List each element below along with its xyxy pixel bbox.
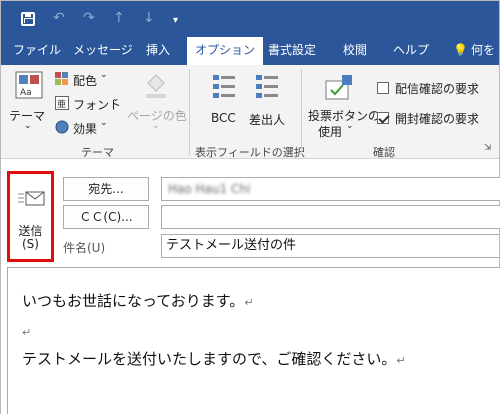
tab-format[interactable]: 書式設定: [268, 37, 316, 65]
message-body[interactable]: いつもお世話になっております。↵ ↵ テストメールを送付いたしますので、ご確認く…: [7, 267, 500, 414]
customize-qa-icon[interactable]: ▾: [173, 12, 178, 30]
send-envelope-icon: [18, 191, 45, 206]
tab-help[interactable]: ヘルプ: [393, 37, 429, 65]
group-divider: [301, 69, 302, 155]
cc-button[interactable]: ＣＣ(C)...: [63, 205, 149, 229]
page-color-button[interactable]: ページの色 ⌄: [125, 69, 187, 141]
to-recipient: Hao Hau1 Chi: [168, 182, 251, 196]
subject-field[interactable]: テストメール送付の件: [161, 234, 500, 258]
dialog-launcher-icon[interactable]: ⇲: [484, 143, 492, 153]
outlook-compose-window: ↶ ↷ ↑ ↓ ▾ ファイル メッセージ 挿入 オプション 書式設定 校閲 ヘル…: [0, 0, 500, 414]
delivery-receipt-label: 配信確認の要求: [395, 82, 480, 96]
paint-bucket-icon: [146, 74, 166, 98]
from-field-icon: [256, 75, 278, 98]
read-receipt-label: 開封確認の要求: [395, 112, 480, 126]
chevron-down-icon: ⌄: [100, 118, 108, 128]
send-button[interactable]: 送信 (S): [7, 171, 54, 262]
from-button[interactable]: 差出人: [246, 69, 290, 133]
effects-icon: [55, 120, 69, 134]
paragraph-mark: ↵: [396, 354, 406, 367]
ribbon-tabs: ファイル メッセージ 挿入 オプション 書式設定 校閲 ヘルプ 💡 何を: [1, 37, 499, 65]
tab-review[interactable]: 校閲: [343, 37, 367, 65]
save-icon[interactable]: [21, 12, 35, 26]
delivery-receipt-checkbox[interactable]: [377, 82, 389, 94]
tab-insert[interactable]: 挿入: [146, 37, 170, 65]
paragraph-mark: ↵: [244, 296, 254, 309]
voting-label-1: 投票ボタンの: [308, 109, 381, 123]
bcc-field-icon: [213, 75, 235, 98]
chevron-down-icon: ⌄: [24, 121, 32, 131]
body-line-text: いつもお世話になっております。: [22, 292, 245, 310]
chevron-down-icon: ⌄: [346, 121, 354, 131]
title-bar: ↶ ↷ ↑ ↓ ▾: [1, 1, 499, 37]
color-palette-icon: [55, 72, 68, 85]
read-receipt-checkbox[interactable]: [377, 112, 389, 124]
tab-message[interactable]: メッセージ: [73, 37, 133, 65]
lightbulb-icon[interactable]: 💡: [453, 37, 468, 65]
chevron-down-icon: ⌄: [100, 70, 108, 80]
arrow-up-icon[interactable]: ↑: [113, 9, 125, 27]
ribbon-options: Aa テーマ ⌄ 配色 ⌄ 亜 フォント ⌄ 効果 ⌄ ページの色 ⌄ テーマ …: [1, 65, 499, 159]
themes-button[interactable]: Aa テーマ ⌄: [7, 69, 51, 141]
cc-field[interactable]: [161, 205, 500, 229]
arrow-down-icon[interactable]: ↓: [143, 9, 155, 27]
bcc-button[interactable]: BCC: [207, 69, 243, 133]
chevron-down-icon: ⌄: [152, 121, 160, 131]
voting-label-2: 使用: [318, 125, 343, 139]
tracking-group-label: 確認: [373, 146, 395, 159]
tab-options[interactable]: オプション: [187, 37, 264, 65]
undo-icon[interactable]: ↶: [53, 9, 65, 27]
body-line: テストメールを送付いたしますので、ご確認ください。↵: [22, 348, 406, 369]
voting-icon: [325, 75, 352, 100]
to-field[interactable]: Hao Hau1 Chi: [161, 177, 500, 201]
chevron-down-icon: ⌄: [112, 94, 120, 104]
body-line: いつもお世話になっております。↵: [22, 290, 254, 311]
svg-text:Aa: Aa: [20, 88, 32, 98]
body-line-text: テストメールを送付いたしますので、ご確認ください。: [22, 350, 397, 368]
colors-button[interactable]: 配色: [73, 72, 97, 89]
theme-group-label: テーマ: [81, 146, 114, 159]
subject-label: 件名(U): [63, 241, 106, 255]
from-label: 差出人: [249, 113, 286, 127]
group-divider: [189, 69, 190, 155]
svg-text:亜: 亜: [57, 99, 66, 110]
send-shortcut-label: (S): [22, 237, 39, 251]
paragraph-mark: ↵: [22, 326, 32, 339]
tab-file[interactable]: ファイル: [13, 37, 61, 65]
fields-group-label: 表示フィールドの選択: [195, 146, 305, 159]
effects-button[interactable]: 効果: [73, 120, 97, 137]
tell-me-search[interactable]: 何を: [471, 37, 495, 65]
to-button[interactable]: 宛先...: [63, 177, 149, 201]
fonts-icon: 亜: [55, 96, 69, 110]
body-line: ↵: [22, 322, 31, 340]
voting-buttons-button[interactable]: 投票ボタンの 使用 ⌄: [305, 69, 380, 141]
bcc-label: BCC: [211, 111, 236, 125]
redo-icon[interactable]: ↷: [83, 9, 95, 27]
theme-icon: Aa: [15, 71, 43, 99]
